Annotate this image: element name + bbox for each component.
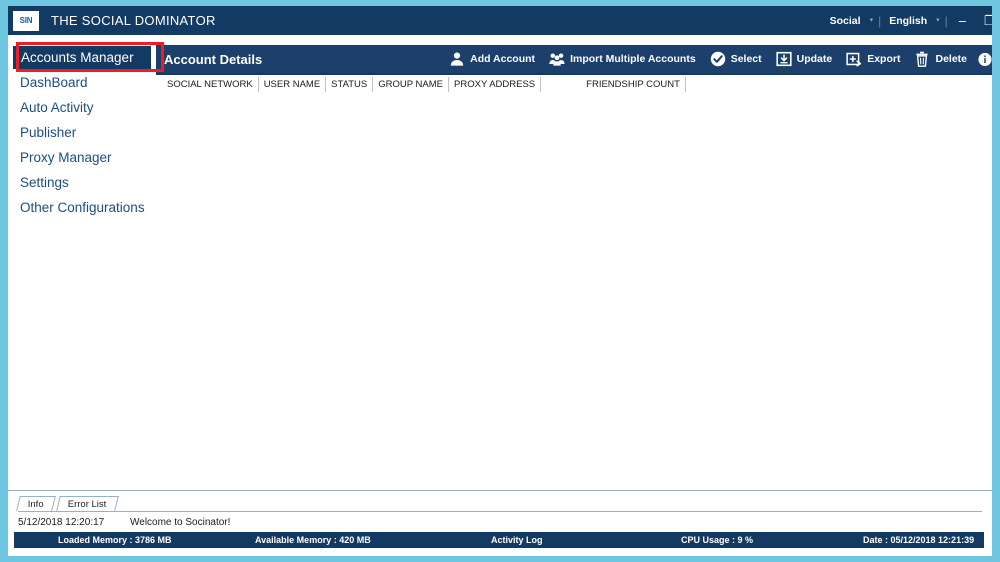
- language-chevron-down-icon[interactable]: ▾: [933, 17, 943, 24]
- log-entry-message: Welcome to Socinator!: [130, 517, 231, 528]
- column-header-user-name[interactable]: USER NAME: [259, 77, 327, 92]
- add-account-label: Add Account: [470, 53, 536, 65]
- add-account-button[interactable]: Add Account: [442, 45, 542, 73]
- sidebar-item-other-configurations[interactable]: Other Configurations: [8, 195, 156, 220]
- check-circle-icon: [710, 51, 726, 67]
- status-bar: Loaded Memory : 3786 MB Available Memory…: [14, 532, 984, 548]
- language-selector-label[interactable]: English: [883, 15, 933, 27]
- log-tabs: Info Error List: [16, 494, 120, 511]
- grid-column-headers: SOCIAL NETWORK USER NAME STATUS GROUP NA…: [156, 73, 992, 94]
- status-loaded-memory: Loaded Memory : 3786 MB: [58, 535, 172, 545]
- download-box-icon: [776, 51, 792, 67]
- export-button[interactable]: Export: [839, 45, 907, 73]
- sidebar-nav: Accounts Manager DashBoard Auto Activity…: [8, 45, 156, 490]
- status-date: Date : 05/12/2018 12:21:39: [863, 535, 975, 545]
- accounts-grid-body[interactable]: [156, 94, 992, 490]
- sidebar-item-settings[interactable]: Settings: [8, 170, 156, 195]
- window-frame: SIN THE SOCIAL DOMINATOR Social ▾ | Engl…: [0, 0, 1000, 562]
- restore-button[interactable]: ❐: [975, 6, 992, 35]
- tab-error-list-label: Error List: [67, 499, 107, 510]
- column-header-group-name[interactable]: GROUP NAME: [373, 77, 450, 92]
- tab-error-list[interactable]: Error List: [55, 496, 119, 511]
- tab-info-label: Info: [27, 499, 44, 510]
- log-entry-timestamp: 5/12/2018 12:20:17: [18, 517, 105, 528]
- update-button[interactable]: Update: [769, 45, 840, 73]
- sidebar-item-proxy-manager[interactable]: Proxy Manager: [8, 145, 156, 170]
- status-activity-log: Activity Log: [491, 535, 543, 545]
- app-title: THE SOCIAL DOMINATOR: [51, 13, 216, 28]
- export-label: Export: [867, 53, 901, 65]
- sidebar-item-label: Auto Activity: [20, 100, 94, 115]
- tab-info[interactable]: Info: [16, 496, 56, 511]
- social-selector-label[interactable]: Social: [824, 15, 867, 27]
- trash-icon: [914, 51, 930, 67]
- application-window: SIN THE SOCIAL DOMINATOR Social ▾ | Engl…: [8, 6, 992, 556]
- help-info-icon[interactable]: [974, 45, 992, 73]
- column-header-proxy-address[interactable]: PROXY ADDRESS: [449, 77, 542, 92]
- sidebar-item-label: Accounts Manager: [21, 50, 134, 65]
- app-logo-text: SIN: [19, 16, 33, 25]
- column-header-social-network[interactable]: SOCIAL NETWORK: [162, 77, 259, 92]
- sidebar-item-auto-activity[interactable]: Auto Activity: [8, 95, 156, 120]
- people-group-icon: [549, 51, 565, 67]
- panel-title: Account Details: [164, 51, 263, 67]
- export-box-icon: [846, 51, 862, 67]
- select-button[interactable]: Select: [703, 45, 769, 73]
- sidebar-item-label: DashBoard: [20, 75, 88, 90]
- import-multiple-accounts-label: Import Multiple Accounts: [570, 53, 696, 65]
- status-available-memory: Available Memory : 420 MB: [255, 535, 371, 545]
- sidebar-item-dashboard[interactable]: DashBoard: [8, 70, 156, 95]
- sidebar-item-accounts-manager[interactable]: Accounts Manager: [12, 45, 152, 70]
- title-divider-1: |: [878, 13, 882, 28]
- title-bar-controls: Social ▾ | English ▾ | – ❐: [824, 6, 992, 35]
- log-tabs-underline: [18, 511, 982, 512]
- sidebar-item-label: Settings: [20, 175, 69, 190]
- sidebar-item-publisher[interactable]: Publisher: [8, 120, 156, 145]
- sidebar-item-label: Other Configurations: [20, 200, 145, 215]
- update-label: Update: [796, 53, 833, 65]
- delete-label: Delete: [935, 53, 967, 65]
- select-label: Select: [730, 53, 762, 65]
- sidebar-item-label: Publisher: [20, 125, 77, 140]
- toolbar-actions: Add Account Import Multiple Accounts Sel…: [442, 45, 992, 73]
- person-icon: [449, 51, 465, 67]
- title-bar: SIN THE SOCIAL DOMINATOR Social ▾ | Engl…: [8, 6, 992, 35]
- log-entry-row: 5/12/2018 12:20:17 Welcome to Socinator!: [8, 517, 992, 528]
- delete-button[interactable]: Delete: [907, 45, 974, 73]
- sidebar-item-label: Proxy Manager: [20, 150, 112, 165]
- title-divider-2: |: [944, 13, 948, 28]
- minimize-button[interactable]: –: [950, 6, 975, 35]
- column-header-status[interactable]: STATUS: [326, 77, 374, 92]
- app-logo: SIN: [13, 10, 39, 31]
- import-multiple-accounts-button[interactable]: Import Multiple Accounts: [542, 45, 703, 73]
- column-header-friendship-count[interactable]: FRIENDSHIP COUNT: [581, 77, 686, 92]
- content-toolbar: Account Details Add Account Import Multi…: [156, 45, 992, 73]
- status-cpu-usage: CPU Usage : 9 %: [681, 535, 754, 545]
- social-chevron-down-icon[interactable]: ▾: [867, 17, 877, 24]
- titlebar-gap: [8, 35, 992, 45]
